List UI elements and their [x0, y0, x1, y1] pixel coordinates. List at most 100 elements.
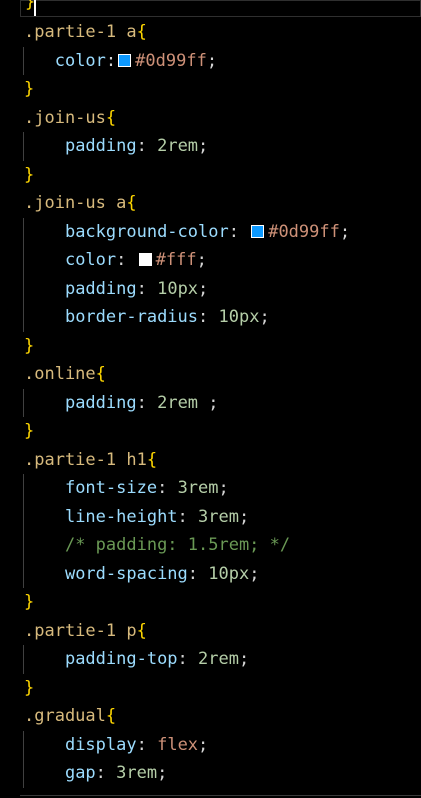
open-brace: {	[126, 193, 137, 213]
code-editor[interactable]: } .partie-1 a{ color: #0d99ff;} .join-us{ …	[0, 0, 421, 798]
code-line[interactable]: color: #0d99ff;	[0, 46, 421, 75]
color-swatch-icon[interactable]	[251, 224, 265, 238]
semicolon: ;	[259, 307, 270, 327]
code-line-content: display: flex;	[24, 731, 208, 760]
semicolon: ;	[238, 649, 250, 669]
code-line[interactable]: }	[0, 75, 421, 104]
code-line-content: border-radius: 10px;	[24, 303, 270, 332]
code-line[interactable]: .online{	[0, 360, 421, 389]
css-property: border-radius	[64, 307, 199, 327]
css-property: padding	[64, 136, 137, 156]
css-property: word-spacing	[64, 563, 188, 584]
css-property: color	[54, 50, 106, 71]
code-line[interactable]: line-height: 3rem;	[0, 502, 421, 531]
code-line[interactable]: background-color: #0d99ff;	[0, 217, 421, 246]
semicolon: ;	[218, 478, 229, 498]
code-line[interactable]: }	[0, 588, 421, 617]
semicolon: ;	[249, 563, 260, 584]
css-value: 2rem	[157, 392, 199, 413]
code-line[interactable]: border-radius: 10px;	[0, 303, 421, 332]
css-selector: .join-us	[24, 107, 106, 128]
code-line[interactable]: display: flex;	[0, 730, 421, 760]
code-line-content: .join-us{	[24, 104, 116, 133]
css-value: 10px	[157, 278, 199, 299]
color-swatch-icon[interactable]	[138, 253, 152, 266]
css-comment: /* padding: 1.5rem; */	[64, 535, 291, 555]
code-line[interactable]: .join-us{	[0, 104, 421, 133]
colon: :	[116, 250, 137, 270]
code-line[interactable]: }	[0, 674, 421, 703]
colon: :	[187, 563, 209, 584]
open-brace: {	[105, 706, 117, 726]
code-line[interactable]: }	[0, 332, 421, 361]
semicolon: ;	[198, 734, 209, 755]
colon: :	[198, 307, 219, 327]
open-brace: {	[95, 364, 106, 384]
css-value: 2rem	[157, 136, 199, 156]
code-line-content: .gradual{	[24, 702, 116, 731]
css-selector: .online	[24, 364, 96, 384]
css-value: #0d99ff	[135, 50, 207, 71]
css-selector: .gradual	[24, 706, 106, 726]
css-selector: .join-us a	[24, 193, 127, 213]
semicolon: ;	[206, 50, 218, 71]
code-line[interactable]: .gradual{	[0, 702, 421, 731]
colon: :	[177, 506, 199, 527]
code-line-content: word-spacing: 10px;	[24, 560, 260, 589]
code-line[interactable]: .join-us a{	[0, 189, 421, 218]
css-selector: .partie-1 h1	[24, 449, 147, 470]
code-line-content: .partie-1 p{	[24, 617, 147, 646]
code-line[interactable]: padding: 10px;	[0, 274, 421, 304]
css-property: padding-top	[64, 649, 178, 669]
css-property: display	[64, 734, 137, 755]
css-value: #fff	[155, 250, 197, 270]
code-line-content: padding: 10px;	[24, 275, 208, 304]
colon: :	[228, 221, 250, 242]
code-line-content: color: #fff;	[24, 246, 207, 275]
code-line-content: .partie-1 h1{	[24, 446, 157, 475]
code-line-content: }	[24, 674, 34, 703]
code-line[interactable]: .partie-1 h1{	[0, 446, 421, 475]
code-line[interactable]: }	[0, 417, 421, 446]
code-line[interactable]: padding: 2rem;	[0, 132, 421, 161]
code-line-content: }	[24, 417, 34, 446]
current-line-highlight: }	[20, 0, 421, 17]
code-line[interactable]: .partie-1 a{	[0, 18, 421, 47]
close-brace: }	[24, 677, 35, 698]
code-line[interactable]: padding: 2rem ;	[0, 388, 421, 417]
colon: :	[157, 478, 178, 498]
semicolon: ;	[198, 278, 209, 299]
code-line-content: font-size: 3rem;	[24, 474, 229, 503]
code-line-content: .join-us a{	[24, 189, 137, 218]
colon: :	[136, 278, 158, 299]
code-line[interactable]: font-size: 3rem;	[0, 474, 421, 503]
colon: :	[136, 392, 158, 413]
semicolon: ;	[238, 506, 250, 527]
code-line-content: /* padding: 1.5rem; */	[24, 531, 290, 560]
code-line[interactable]: word-spacing: 10px;	[0, 559, 421, 589]
code-line-content: .partie-1 a{	[24, 18, 147, 47]
css-selector: .partie-1 a	[24, 22, 137, 42]
css-selector: .partie-1 p	[24, 620, 137, 641]
css-value: 2rem	[198, 649, 239, 669]
code-line[interactable]: padding-top: 2rem;	[0, 645, 421, 674]
css-value: flex	[157, 734, 199, 755]
code-line[interactable]: }	[0, 161, 421, 190]
code-line-content: gap: 3rem;	[24, 759, 167, 788]
semicolon: ;	[157, 763, 168, 783]
code-line[interactable]: .partie-1 p{	[0, 617, 421, 646]
css-value: 10px	[208, 563, 250, 584]
code-line-content: }	[24, 332, 34, 361]
code-line-content: }	[24, 75, 34, 104]
code-line-content: padding: 2rem;	[24, 132, 208, 161]
color-swatch-icon[interactable]	[118, 53, 132, 67]
code-line[interactable]: gap: 3rem;	[0, 759, 421, 788]
code-line-content: }	[24, 161, 34, 190]
open-brace: {	[105, 107, 117, 128]
text-cursor	[34, 0, 36, 16]
code-line[interactable]: /* padding: 1.5rem; */	[0, 531, 421, 560]
css-property: line-height	[64, 506, 178, 527]
css-property: background-color	[64, 221, 229, 242]
close-brace: }	[24, 79, 35, 99]
code-line[interactable]: color: #fff;	[0, 246, 421, 275]
